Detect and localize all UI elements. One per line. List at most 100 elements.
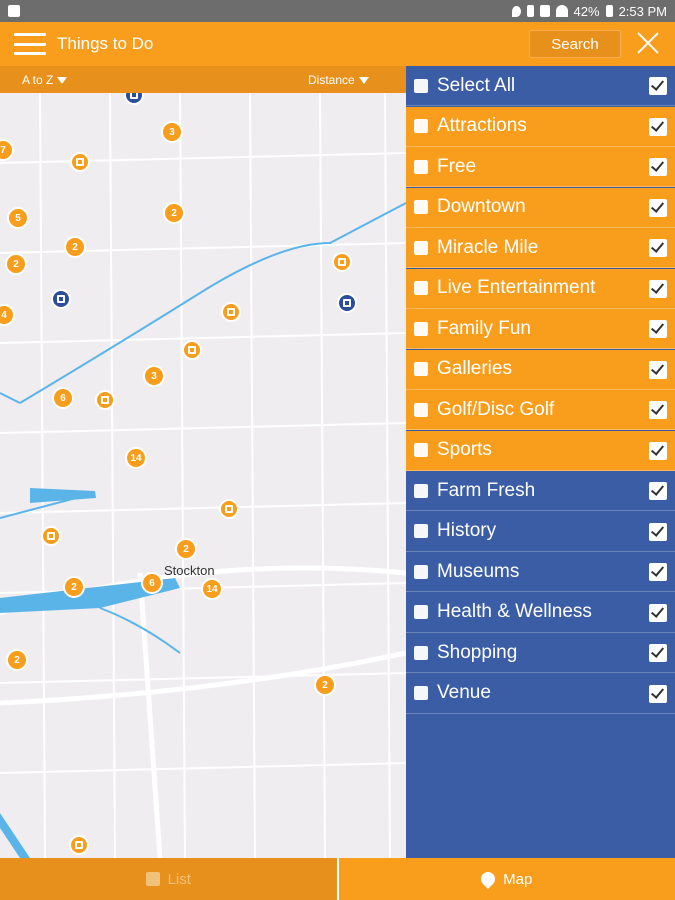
filter-checkbox[interactable] [649,77,667,95]
filter-row-family-fun[interactable]: Family Fun [406,309,675,349]
map-cluster-marker[interactable]: 14 [125,447,147,469]
swimmer-icon [414,605,428,619]
sort-a-to-z-dropdown[interactable]: A to Z [22,73,68,87]
filter-checkbox[interactable] [649,320,667,338]
map-cluster-marker[interactable]: 2 [314,674,336,696]
app-header: Things to Do Search [0,22,675,66]
palette-icon [414,362,428,376]
filter-row-venue[interactable]: Venue [406,673,675,714]
sort-distance-label: Distance [308,73,355,87]
filter-checkbox[interactable] [649,684,667,703]
filter-row-galleries[interactable]: Galleries [406,349,675,390]
filter-label: Venue [437,682,491,703]
filter-label: Shopping [437,641,518,663]
filter-checkbox[interactable] [649,117,667,136]
filter-checkbox[interactable] [649,644,667,662]
family-fun-marker-icon[interactable] [221,302,241,322]
map-city-label: Stockton [164,563,215,578]
filter-checkbox[interactable] [649,158,667,176]
search-button[interactable]: Search [529,30,621,58]
map-cluster-marker[interactable]: 2 [64,236,86,258]
page-title: Things to Do [57,34,154,53]
map-cluster-marker[interactable]: 2 [6,649,28,671]
map-cluster-marker[interactable]: 14 [201,578,223,600]
sort-a-to-z-label: A to Z [22,73,54,87]
map-cluster-marker[interactable]: 2 [5,253,27,275]
filter-checkbox[interactable] [649,522,667,541]
filter-row-farm-fresh[interactable]: Farm Fresh [406,471,675,511]
family-fun-marker-icon[interactable] [182,340,202,360]
tab-map[interactable]: Map [336,858,675,900]
filter-label: Attractions [437,115,527,136]
filter-checkbox[interactable] [649,198,667,217]
family-fun-marker-icon[interactable] [95,390,115,410]
map-cluster-marker[interactable]: 6 [52,387,74,409]
filter-row-health-wellness[interactable]: Health & Wellness [406,592,675,633]
map-cluster-marker[interactable]: 2 [63,576,85,598]
map-cluster-marker[interactable]: 3 [143,365,165,387]
filter-checkbox[interactable] [649,482,667,500]
shopping-marker-icon[interactable] [51,289,71,309]
bag-icon [414,645,428,660]
family-fun-marker-icon[interactable] [332,252,352,272]
map-cluster-marker[interactable]: 2 [175,538,197,560]
list-icon [414,78,428,93]
venue-icon [414,686,428,700]
filter-label: Select All [437,74,516,96]
family-fun-marker-icon[interactable] [41,526,61,546]
filter-label: Farm Fresh [437,479,536,501]
tab-list[interactable]: List [0,858,337,900]
chevron-down-icon [57,76,68,84]
filter-row-attractions[interactable]: Attractions [406,106,675,147]
filter-checkbox[interactable] [649,401,667,419]
location-icon [511,5,521,17]
filter-row-shopping[interactable]: Shopping [406,633,675,673]
filter-checkbox[interactable] [649,279,667,298]
map-view[interactable]: 3 7 2 5 2 2 4 3 6 14 2 2 6 14 2 2 Stockt… [0,93,406,858]
filter-label: Sports [437,439,492,460]
filter-row-history[interactable]: History [406,511,675,552]
filter-label: Miracle Mile [437,236,539,258]
filter-row-select-all[interactable]: Select All [406,66,675,106]
status-bar: 42% 2:53 PM [0,0,675,22]
sneaker-icon [414,443,428,457]
chevron-down-icon [358,76,369,84]
filter-checkbox[interactable] [649,441,667,460]
family-fun-marker-icon[interactable] [70,152,90,172]
filter-row-miracle-mile[interactable]: Miracle Mile [406,228,675,268]
bluetooth-icon [526,5,534,17]
clock: 2:53 PM [618,3,667,19]
filter-row-live-entertainment[interactable]: Live Entertainment [406,268,675,309]
mute-icon [539,5,550,17]
filter-checkbox[interactable] [649,239,667,257]
filter-row-sports[interactable]: Sports [406,430,675,471]
tag-icon [414,159,428,174]
map-cluster-marker[interactable]: 3 [161,121,183,143]
filter-checkbox[interactable] [649,563,667,581]
golf-icon [414,402,428,417]
filter-row-museums[interactable]: Museums [406,552,675,592]
golf-marker-icon[interactable] [69,835,89,855]
map-streets [0,93,406,858]
menu-icon[interactable] [14,33,46,55]
sort-distance-dropdown[interactable]: Distance [308,73,369,87]
map-cluster-marker[interactable]: 5 [7,207,29,229]
bottom-tab-bar: List Map [0,858,675,900]
close-icon[interactable] [636,31,660,55]
map-cluster-marker[interactable]: 2 [163,202,185,224]
filter-checkbox[interactable] [649,360,667,379]
filter-row-golf-disc-golf[interactable]: Golf/Disc Golf [406,390,675,430]
buildings-icon [414,200,428,214]
tab-list-label: List [167,870,191,888]
tab-map-label: Map [503,870,533,888]
filter-row-downtown[interactable]: Downtown [406,187,675,228]
family-fun-marker-icon[interactable] [219,499,239,519]
filter-label: Galleries [437,358,512,379]
filter-row-free[interactable]: Free [406,147,675,187]
monument-icon [414,524,428,538]
battery-icon [605,5,613,17]
filter-checkbox[interactable] [649,603,667,622]
shopping-marker-icon[interactable] [337,293,357,313]
sort-bar: A to Z Distance [0,66,406,93]
map-cluster-marker[interactable]: 6 [141,572,163,594]
